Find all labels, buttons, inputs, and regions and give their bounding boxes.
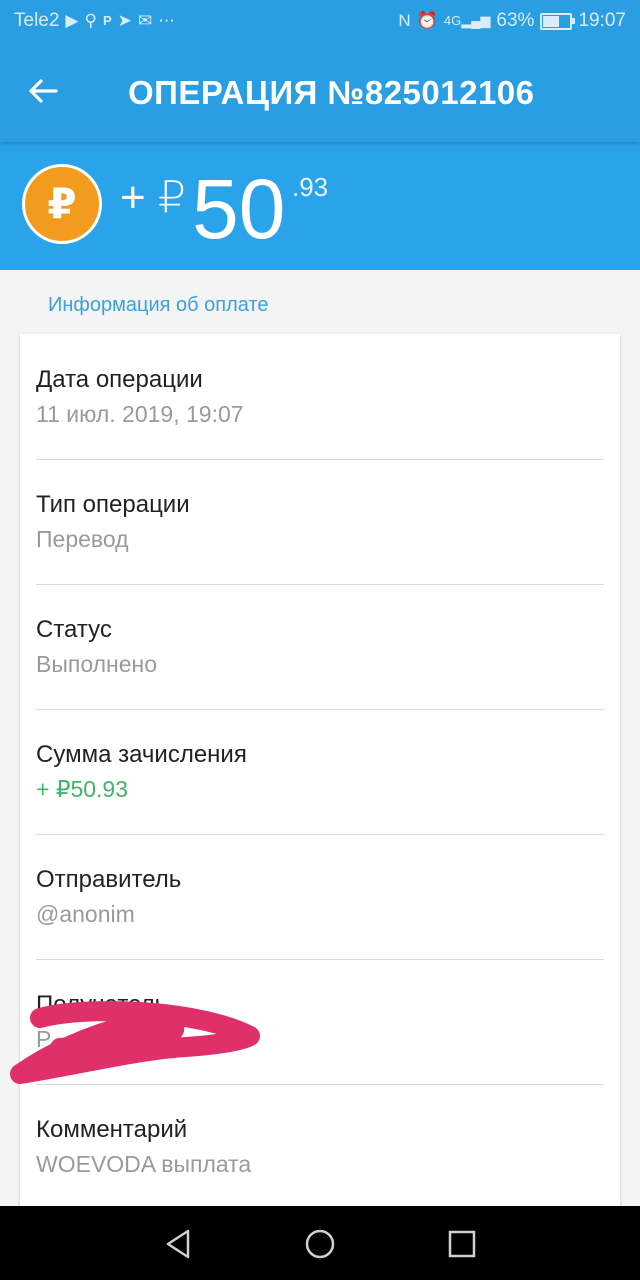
search-icon: ⚲ — [84, 11, 97, 30]
detail-value: @anonim — [36, 901, 135, 927]
nav-home-button[interactable] — [300, 1224, 340, 1264]
detail-row-status: Статус Выполнено — [36, 584, 604, 710]
amount-header: ₽ + ₽ 50 .93 — [0, 142, 640, 270]
detail-row-date: Дата операции 11 июл. 2019, 19:07 — [36, 334, 604, 460]
detail-row-credited-amount: Сумма зачисления + ₽50.93 — [36, 709, 604, 835]
recents-square-icon — [448, 1230, 476, 1258]
nav-back-button[interactable] — [158, 1224, 198, 1264]
detail-label: Статус — [36, 616, 112, 643]
home-circle-icon — [305, 1229, 335, 1259]
telegram-icon: ➤ — [117, 11, 132, 30]
detail-row-comment: Комментарий WOEVODA выплата — [36, 1084, 604, 1209]
nfc-icon: N — [398, 11, 411, 30]
back-button[interactable] — [26, 74, 74, 114]
detail-value: Выполнено — [36, 651, 158, 677]
status-bar-right: N ⏰ 4G▂▄▆ 63% 19:07 — [398, 10, 626, 32]
detail-row-recipient: Получатель Р — [36, 959, 604, 1085]
status-bar: Tele2 ▶ ⚲ P ➤ ✉ ⋯ N ⏰ 4G▂▄▆ 63% 19:07 — [0, 0, 640, 44]
clock: 19:07 — [578, 10, 626, 31]
detail-label: Получатель — [36, 991, 168, 1018]
payment-icon: P — [102, 13, 112, 28]
carrier-name: Tele2 — [14, 10, 60, 31]
status-bar-left: Tele2 ▶ ⚲ P ➤ ✉ ⋯ — [14, 10, 175, 32]
network-type: 4G — [443, 13, 462, 28]
ruble-coin-icon: ₽ — [22, 164, 102, 244]
detail-value: Р — [36, 1026, 52, 1052]
amount-cents: .93 — [292, 172, 329, 202]
mail-icon: ✉ — [137, 11, 153, 30]
youtube-icon: ▶ — [65, 11, 79, 30]
detail-value: WOEVODA выплата — [36, 1151, 252, 1177]
detail-value: 11 июл. 2019, 19:07 — [36, 401, 244, 427]
battery-icon — [540, 12, 576, 30]
back-triangle-icon — [166, 1229, 190, 1259]
detail-row-sender: Отправитель @anonim — [36, 834, 604, 960]
battery-fill — [543, 15, 560, 27]
app-bar: ОПЕРАЦИЯ №825012106 — [0, 44, 640, 142]
detail-value: + ₽50.93 — [36, 776, 129, 802]
battery-percent: 63% — [496, 10, 535, 31]
amount-value: 50 — [192, 162, 286, 256]
detail-label: Отправитель — [36, 866, 182, 893]
section-title: Информация об оплате — [48, 294, 269, 316]
alarm-icon: ⏰ — [416, 11, 438, 30]
nav-recents-button[interactable] — [442, 1224, 482, 1264]
detail-row-type: Тип операции Перевод — [36, 459, 604, 585]
payment-info-card: Дата операции 11 июл. 2019, 19:07 Тип оп… — [20, 334, 620, 1214]
detail-label: Тип операции — [36, 491, 190, 518]
signal-icon: 4G▂▄▆ — [443, 13, 491, 28]
amount-sign: + ₽ — [120, 173, 186, 222]
more-icon: ⋯ — [158, 11, 176, 30]
detail-label: Комментарий — [36, 1116, 188, 1143]
page-title: ОПЕРАЦИЯ №825012106 — [128, 74, 535, 111]
detail-value: Перевод — [36, 526, 129, 552]
system-nav-bar — [0, 1206, 640, 1280]
detail-label: Сумма зачисления — [36, 741, 247, 768]
detail-label: Дата операции — [36, 366, 203, 393]
arrow-left-icon — [29, 79, 58, 103]
